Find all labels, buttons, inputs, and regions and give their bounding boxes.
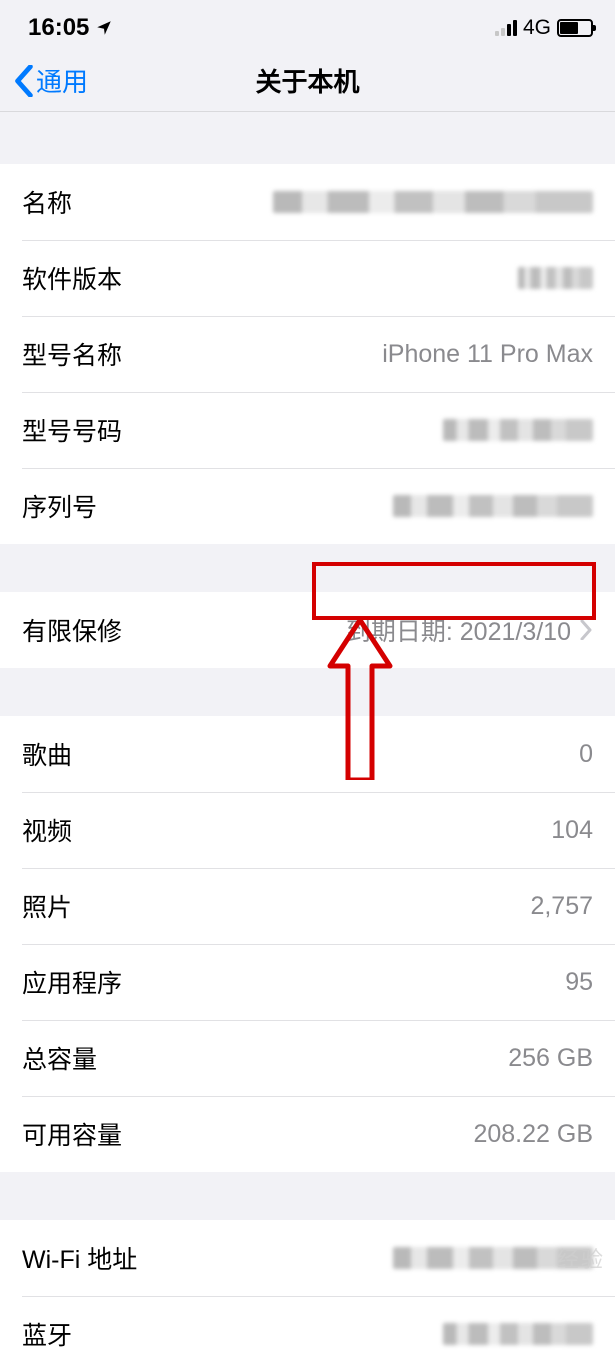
redacted-value xyxy=(273,191,593,213)
redacted-value xyxy=(443,419,593,441)
row-bluetooth[interactable]: 蓝牙 xyxy=(0,1296,615,1372)
redacted-value xyxy=(393,495,593,517)
label-bluetooth: 蓝牙 xyxy=(22,1316,72,1352)
chevron-left-icon xyxy=(14,65,34,97)
label-photos: 照片 xyxy=(22,888,72,924)
section-spacer xyxy=(0,668,615,716)
row-name[interactable]: 名称 xyxy=(0,164,615,240)
row-model-number[interactable]: 型号号码 xyxy=(0,392,615,468)
page-title: 关于本机 xyxy=(255,62,359,99)
row-serial[interactable]: 序列号 xyxy=(0,468,615,544)
back-label: 通用 xyxy=(36,62,88,99)
label-warranty: 有限保修 xyxy=(22,612,122,648)
value-serial xyxy=(393,495,593,517)
row-apps[interactable]: 应用程序 95 xyxy=(0,944,615,1020)
label-serial: 序列号 xyxy=(22,488,97,524)
section-spacer xyxy=(0,112,615,164)
value-model-name: iPhone 11 Pro Max xyxy=(382,340,593,369)
status-left: 16:05 xyxy=(28,14,113,42)
stats-group: 歌曲 0 视频 104 照片 2,757 应用程序 95 总容量 256 GB … xyxy=(0,716,615,1172)
value-available: 208.22 GB xyxy=(473,1120,593,1149)
row-capacity[interactable]: 总容量 256 GB xyxy=(0,1020,615,1096)
redacted-value xyxy=(443,1323,593,1345)
device-info-group: 名称 软件版本 型号名称 iPhone 11 Pro Max 型号号码 序列号 xyxy=(0,164,615,544)
row-songs[interactable]: 歌曲 0 xyxy=(0,716,615,792)
status-time: 16:05 xyxy=(28,14,89,42)
row-warranty[interactable]: 有限保修 到期日期: 2021/3/10 xyxy=(0,592,615,668)
value-warranty: 到期日期: 2021/3/10 xyxy=(346,612,593,648)
section-spacer xyxy=(0,544,615,592)
label-available: 可用容量 xyxy=(22,1116,122,1152)
label-videos: 视频 xyxy=(22,812,72,848)
label-wifi: Wi-Fi 地址 xyxy=(22,1240,137,1276)
chevron-right-icon xyxy=(579,620,593,640)
status-right: 4G xyxy=(495,16,593,40)
row-wifi-address[interactable]: Wi-Fi 地址 xyxy=(0,1220,615,1296)
label-apps: 应用程序 xyxy=(22,964,122,1000)
warranty-group: 有限保修 到期日期: 2021/3/10 xyxy=(0,592,615,668)
value-bluetooth xyxy=(443,1323,593,1345)
value-apps: 95 xyxy=(565,968,593,997)
network-type: 4G xyxy=(523,16,551,40)
value-name xyxy=(273,191,593,213)
watermark: 经验 xyxy=(557,1242,605,1274)
label-software-version: 软件版本 xyxy=(22,260,122,296)
label-name: 名称 xyxy=(22,184,72,220)
back-button[interactable]: 通用 xyxy=(8,50,94,111)
row-software-version[interactable]: 软件版本 xyxy=(0,240,615,316)
label-capacity: 总容量 xyxy=(22,1040,97,1076)
value-songs: 0 xyxy=(579,740,593,769)
nav-bar: 通用 关于本机 xyxy=(0,50,615,112)
battery-icon xyxy=(557,19,593,37)
value-videos: 104 xyxy=(551,816,593,845)
section-spacer xyxy=(0,1172,615,1220)
warranty-expiry: 到期日期: 2021/3/10 xyxy=(346,612,571,648)
label-model-number: 型号号码 xyxy=(22,412,122,448)
row-model-name[interactable]: 型号名称 iPhone 11 Pro Max xyxy=(0,316,615,392)
status-bar: 16:05 4G xyxy=(0,0,615,50)
value-capacity: 256 GB xyxy=(508,1044,593,1073)
row-photos[interactable]: 照片 2,757 xyxy=(0,868,615,944)
label-songs: 歌曲 xyxy=(22,736,72,772)
redacted-value xyxy=(518,267,593,289)
location-icon xyxy=(95,19,113,37)
value-model-number xyxy=(443,419,593,441)
value-software-version xyxy=(518,267,593,289)
value-photos: 2,757 xyxy=(530,892,593,921)
row-available[interactable]: 可用容量 208.22 GB xyxy=(0,1096,615,1172)
signal-icon xyxy=(495,20,517,36)
label-model-name: 型号名称 xyxy=(22,336,122,372)
addresses-group: Wi-Fi 地址 蓝牙 xyxy=(0,1220,615,1372)
row-videos[interactable]: 视频 104 xyxy=(0,792,615,868)
